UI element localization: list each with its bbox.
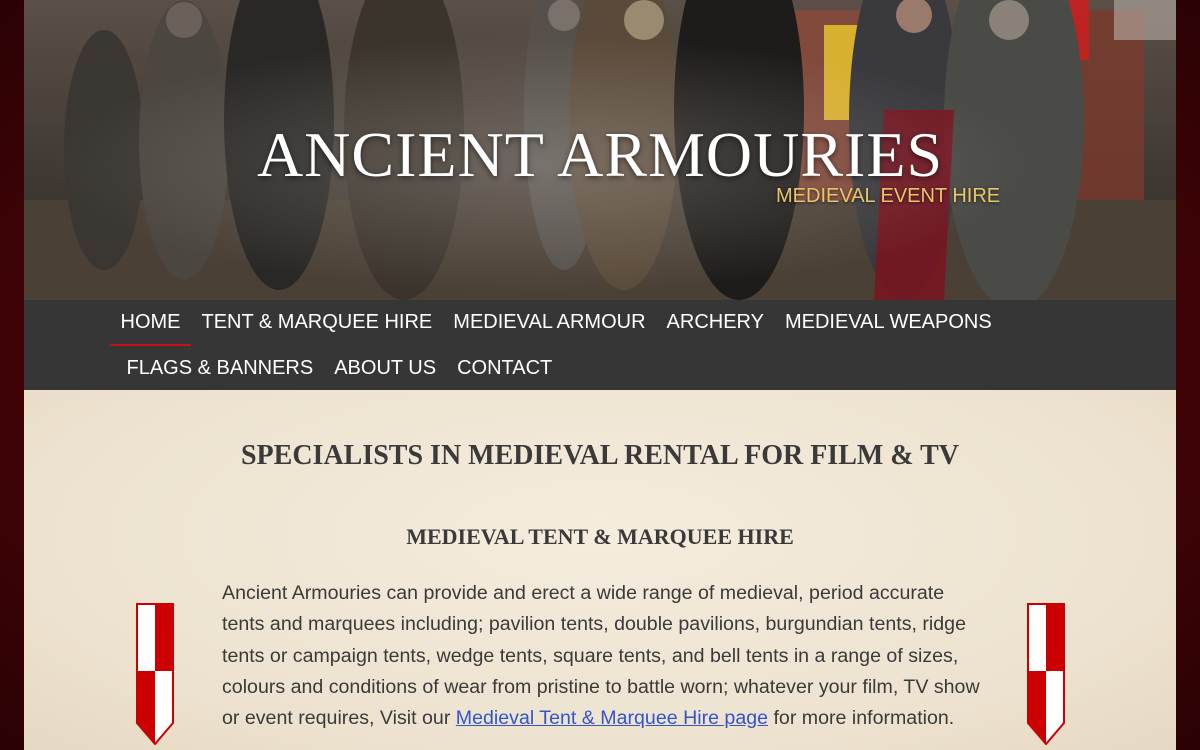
page-heading: SPECIALISTS IN MEDIEVAL RENTAL FOR FILM …	[240, 440, 960, 471]
hero-banner: ANCIENT ARMOURIES MEDIEVAL EVENT HIRE	[24, 0, 1176, 300]
nav-item-about-us[interactable]: ABOUT US	[324, 346, 447, 392]
nav-item-medieval-armour[interactable]: MEDIEVAL ARMOUR	[443, 300, 656, 346]
heraldic-shield-icon	[136, 603, 174, 745]
nav-item-contact[interactable]: CONTACT	[447, 346, 563, 392]
nav-row-1: HOME TENT & MARQUEE HIRE MEDIEVAL ARMOUR…	[110, 300, 1002, 346]
nav-item-home[interactable]: HOME	[110, 300, 191, 346]
page: ANCIENT ARMOURIES MEDIEVAL EVENT HIRE HO…	[24, 0, 1176, 750]
nav-item-archery[interactable]: ARCHERY	[656, 300, 774, 346]
section-heading: MEDIEVAL TENT & MARQUEE HIRE	[406, 524, 794, 549]
site-title[interactable]: ANCIENT ARMOURIES	[24, 118, 1176, 192]
tent-marquee-hire-link[interactable]: Medieval Tent & Marquee Hire page	[456, 707, 768, 729]
nav-row-2: FLAGS & BANNERS ABOUT US CONTACT	[116, 346, 563, 392]
intro-paragraph-end: for more information.	[768, 707, 955, 730]
main-content: SPECIALISTS IN MEDIEVAL RENTAL FOR FILM …	[24, 390, 1176, 750]
nav-item-flags-banners[interactable]: FLAGS & BANNERS	[116, 346, 324, 392]
site-tagline: MEDIEVAL EVENT HIRE	[776, 185, 1001, 207]
intro-paragraph: Ancient Armouries can provide and erect …	[222, 578, 982, 734]
nav-item-tent-marquee-hire[interactable]: TENT & MARQUEE HIRE	[191, 300, 443, 346]
heraldic-shield-icon	[1027, 603, 1065, 745]
main-navigation: HOME TENT & MARQUEE HIRE MEDIEVAL ARMOUR…	[24, 300, 1176, 390]
nav-item-medieval-weapons[interactable]: MEDIEVAL WEAPONS	[774, 300, 1002, 346]
